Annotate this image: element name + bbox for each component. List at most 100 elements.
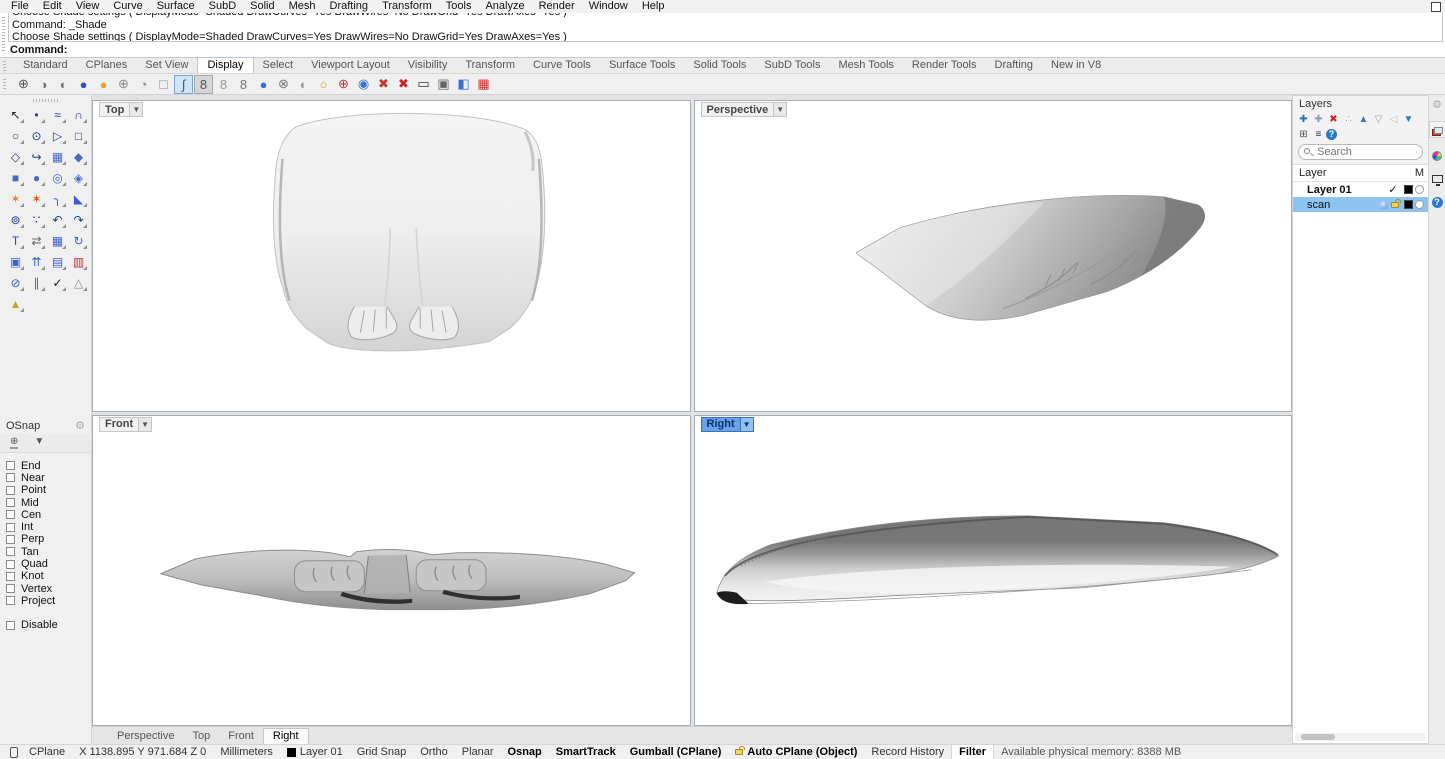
osnap-gear-icon[interactable]: ⚙ bbox=[75, 419, 85, 432]
matte-sphere-icon[interactable]: ◐ bbox=[294, 75, 313, 94]
checkbox[interactable] bbox=[6, 498, 15, 507]
layer-table-icon[interactable]: ⊞ bbox=[1296, 127, 1311, 141]
checkbox[interactable] bbox=[6, 461, 15, 470]
viewport-tab[interactable]: Front bbox=[219, 729, 263, 744]
scrollbar-thumb[interactable] bbox=[1301, 734, 1335, 740]
menu-item[interactable]: Tools bbox=[439, 0, 479, 13]
layers-panel-tab[interactable] bbox=[1429, 121, 1445, 138]
status-item[interactable]: SmartTrack bbox=[549, 745, 623, 759]
viewport-right-title[interactable]: Right ▼ bbox=[701, 417, 754, 432]
toolbar-tab[interactable]: Select bbox=[254, 58, 303, 73]
toolbar-tab[interactable]: Render Tools bbox=[903, 58, 986, 73]
layer-material-icon[interactable] bbox=[1415, 185, 1424, 194]
status-item[interactable]: Gumball (CPlane) bbox=[623, 745, 729, 759]
control-point-curve-icon[interactable]: ≈ bbox=[47, 104, 68, 125]
clipping-plane-icon[interactable]: ✖ bbox=[374, 75, 393, 94]
sphere-tool-icon[interactable]: ● bbox=[26, 167, 47, 188]
chevron-down-icon[interactable]: ▼ bbox=[773, 103, 786, 116]
hood-model-front-view[interactable] bbox=[93, 416, 690, 726]
adjustable-blend-icon[interactable]: ↷ bbox=[68, 209, 89, 230]
toolbar-tab[interactable]: CPlanes bbox=[77, 58, 137, 73]
torus-tool-icon[interactable]: ◎ bbox=[47, 167, 68, 188]
status-right-icon[interactable] bbox=[1431, 2, 1441, 12]
status-item[interactable]: CPlane bbox=[22, 745, 72, 759]
point-cloud-icon[interactable]: ∵ bbox=[26, 209, 47, 230]
box-tool-icon[interactable]: ■ bbox=[5, 167, 26, 188]
new-layer-icon[interactable]: ✚ bbox=[1296, 112, 1311, 126]
rendered-display-icon[interactable]: ◐ bbox=[54, 75, 73, 94]
point-tool-icon[interactable]: • bbox=[26, 104, 47, 125]
extrude-tool-icon[interactable]: ⇈ bbox=[26, 251, 47, 272]
circle-tool-icon[interactable]: ○ bbox=[5, 125, 26, 146]
arc-blend-icon[interactable]: ↶ bbox=[47, 209, 68, 230]
rectangle-tool-icon[interactable]: □ bbox=[68, 125, 89, 146]
checkbox[interactable] bbox=[6, 584, 15, 593]
pipes-pressed-display-icon[interactable]: 8 bbox=[194, 75, 213, 94]
boolean-union-icon[interactable]: ✶ bbox=[5, 188, 26, 209]
osnap-option[interactable]: Vertex bbox=[6, 583, 91, 594]
layers-search-input[interactable] bbox=[1298, 144, 1423, 160]
move-layer-up-icon[interactable]: ▲ bbox=[1356, 112, 1371, 126]
toolbar-tab[interactable]: Standard bbox=[14, 58, 77, 73]
pyramid-tool-icon[interactable]: ▲ bbox=[5, 293, 26, 314]
chevron-down-icon[interactable]: ▼ bbox=[740, 418, 753, 431]
checkbox[interactable] bbox=[6, 560, 15, 569]
menu-item[interactable]: Surface bbox=[150, 0, 202, 13]
osnap-option[interactable]: Cen bbox=[6, 509, 91, 520]
menu-item[interactable]: Render bbox=[532, 0, 582, 13]
new-sublayer-icon[interactable]: ✚ bbox=[1311, 112, 1326, 126]
pipes-shaded-display-icon[interactable]: 8 bbox=[234, 75, 253, 94]
status-item[interactable]: Filter bbox=[951, 745, 994, 759]
hood-model-perspective-view[interactable] bbox=[695, 101, 1292, 411]
memory-readout[interactable]: Available physical memory: 8388 MB bbox=[994, 745, 1188, 759]
toolbar-tab[interactable]: Surface Tools bbox=[600, 58, 684, 73]
move-layer-down-icon[interactable]: ▽ bbox=[1371, 112, 1386, 126]
monitor-display-icon[interactable]: ▭ bbox=[414, 75, 433, 94]
checkbox[interactable] bbox=[6, 510, 15, 519]
explode-tool-icon[interactable]: ✶ bbox=[26, 188, 47, 209]
checkbox[interactable] bbox=[6, 523, 15, 532]
toolbar-tab[interactable]: Mesh Tools bbox=[829, 58, 902, 73]
toolbar-tab[interactable]: New in V8 bbox=[1042, 58, 1110, 73]
osnap-disable-option[interactable]: Disable bbox=[0, 620, 91, 631]
trim-tool-icon[interactable]: ⊘ bbox=[5, 272, 26, 293]
palette-drag-handle[interactable] bbox=[33, 99, 59, 102]
command-drag-handle[interactable] bbox=[2, 17, 5, 53]
checkbox[interactable] bbox=[6, 596, 15, 605]
status-item[interactable]: Record History bbox=[864, 745, 951, 759]
toolbar-tab[interactable]: Transform bbox=[456, 58, 524, 73]
toolbar-tab[interactable]: Drafting bbox=[986, 58, 1043, 73]
collapse-layers-icon[interactable]: ◁ bbox=[1386, 112, 1401, 126]
menu-item[interactable]: Edit bbox=[36, 0, 69, 13]
toolbar-drag-handle[interactable] bbox=[3, 79, 6, 89]
technical-display-icon[interactable]: ⊕ bbox=[114, 75, 133, 94]
command-history[interactable]: Choose Shade settings ( DisplayMode=Shad… bbox=[8, 13, 1443, 42]
shaded-display-icon[interactable]: ◑ bbox=[34, 75, 53, 94]
patch-tool-icon[interactable]: ◆ bbox=[68, 146, 89, 167]
layer-help-icon[interactable]: ? bbox=[1326, 129, 1337, 140]
texture-mapping-icon[interactable]: ⊗ bbox=[274, 75, 293, 94]
viewport-tab[interactable]: Right bbox=[263, 728, 309, 744]
hood-model-right-view[interactable] bbox=[695, 416, 1292, 726]
osnap-snaps-tab-icon[interactable]: ⊕ bbox=[10, 436, 18, 449]
osnap-option[interactable]: Quad bbox=[6, 558, 91, 569]
delete-layer-icon[interactable]: ✖ bbox=[1326, 112, 1341, 126]
layer-menu-icon[interactable]: ≡ bbox=[1311, 127, 1326, 141]
align-tool-icon[interactable]: ∥ bbox=[26, 272, 47, 293]
material-spheres-icon[interactable]: ● bbox=[254, 75, 273, 94]
command-prompt-input[interactable]: Command: bbox=[0, 42, 1445, 56]
osnap-option[interactable]: Project bbox=[6, 595, 91, 606]
checkbox[interactable] bbox=[6, 572, 15, 581]
axes-sphere-icon[interactable]: ⊕ bbox=[334, 75, 353, 94]
menu-item[interactable]: File bbox=[4, 0, 36, 13]
viewport-perspective[interactable]: Perspective ▼ bbox=[694, 100, 1293, 412]
units-readout[interactable]: Millimeters bbox=[213, 745, 280, 759]
ghosted-display-icon[interactable]: ◔ bbox=[134, 75, 153, 94]
osnap-option[interactable]: Point bbox=[6, 485, 91, 496]
menu-item[interactable]: Window bbox=[582, 0, 635, 13]
status-left-icon[interactable] bbox=[10, 747, 18, 758]
viewport-front[interactable]: Front ▼ bbox=[92, 415, 691, 727]
curve-from-object-icon[interactable]: ↪ bbox=[26, 146, 47, 167]
toolbar-tab[interactable]: Curve Tools bbox=[524, 58, 600, 73]
cone-tool-icon[interactable]: △ bbox=[68, 272, 89, 293]
